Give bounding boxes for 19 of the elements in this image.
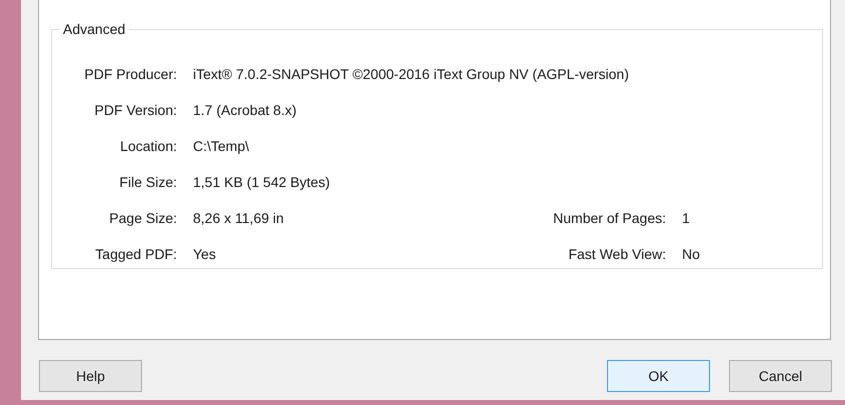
field-value: 1.7 (Acrobat 8.x) — [193, 100, 296, 120]
field-label: Location: — [119, 136, 177, 156]
field-value: No — [682, 244, 700, 264]
field-value: C:\Temp\ — [193, 136, 250, 156]
dialog-button[interactable]: Cancel — [729, 360, 832, 392]
dialog-button[interactable]: OK — [607, 360, 710, 392]
field-label: PDF Producer: — [83, 64, 177, 84]
field-value: 1 — [682, 208, 690, 228]
field-label: File Size: — [118, 172, 177, 192]
field-value: 8,26 x 11,69 in — [193, 208, 285, 228]
field-value: Yes — [193, 244, 217, 264]
field-value: iText® 7.0.2-SNAPSHOT ©2000-2016 iText Group NV (AGPL-version) — [193, 64, 629, 84]
field-label: Tagged PDF: — [94, 244, 177, 264]
dialog-button[interactable]: Help — [39, 360, 142, 392]
field-label: Fast Web View: — [567, 244, 666, 264]
field-value: 1,51 KB (1 542 Bytes) — [193, 172, 330, 192]
field-label: Number of Pages: — [552, 208, 666, 228]
field-label: Page Size: — [108, 208, 177, 228]
field-label: PDF Version: — [94, 100, 177, 120]
